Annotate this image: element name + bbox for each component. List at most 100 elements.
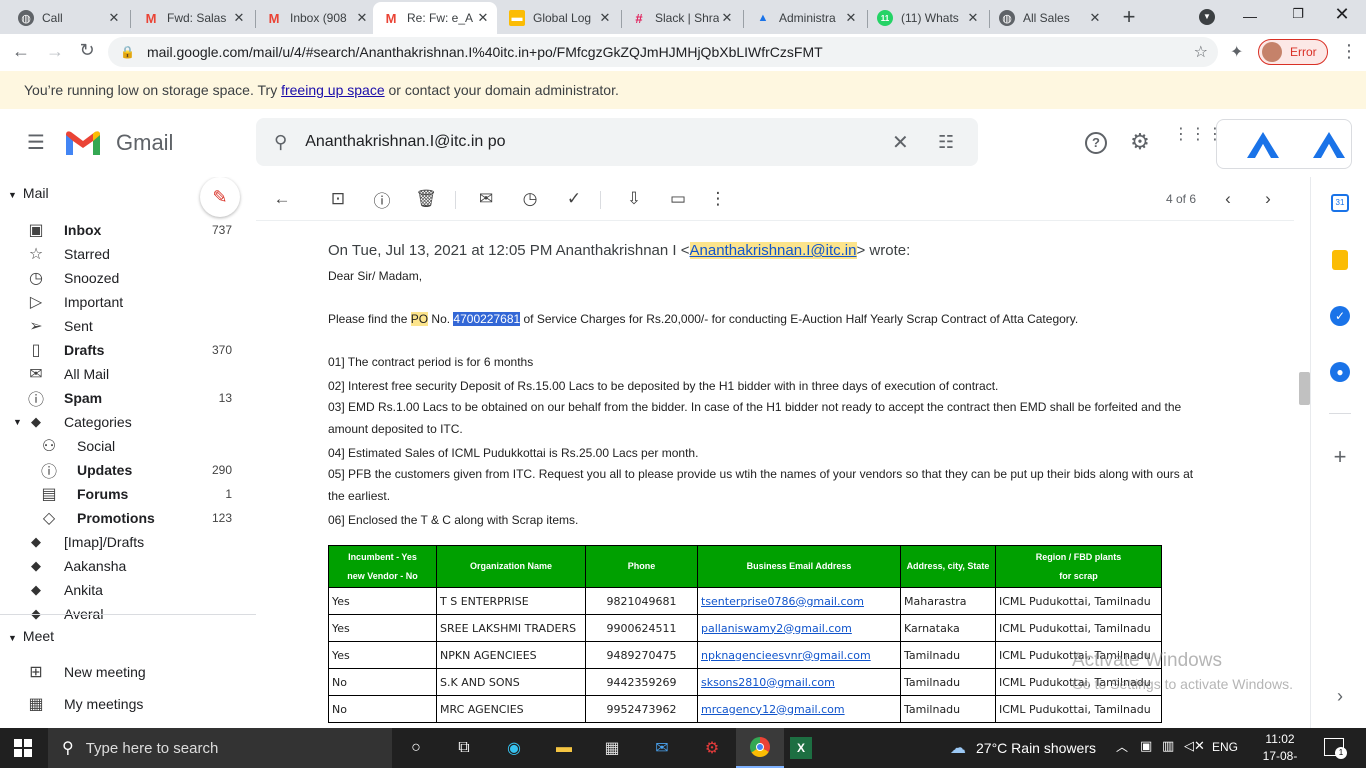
sidebar-item-imap-drafts[interactable]: ◆ [Imap]/Drafts <box>0 530 256 554</box>
search-options-icon[interactable]: ☷ <box>938 132 962 153</box>
tab-close-icon[interactable]: ✕ <box>597 10 613 26</box>
browser-menu-icon[interactable]: ⋮ <box>1340 41 1358 63</box>
sidebar-item-important[interactable]: ▷ Important <box>0 290 256 314</box>
chrome-taskbar-active[interactable] <box>736 728 784 768</box>
excel-icon[interactable]: X <box>790 737 812 759</box>
cell-email[interactable]: sksons2810@gmail.com <box>697 668 901 696</box>
tab-close-icon[interactable]: ✕ <box>843 10 859 26</box>
file-explorer-icon[interactable]: ▬ <box>550 736 578 760</box>
minimize-button[interactable]: — <box>1240 8 1260 24</box>
browser-tab[interactable]: ▲ Administra ✕ <box>745 2 865 34</box>
cell-email[interactable]: npknagencieesvnr@gmail.com <box>697 641 901 669</box>
sidebar-item-updates[interactable]: ⓘ Updates 290 <box>0 458 256 482</box>
extensions-icon[interactable]: ✦ <box>1230 42 1250 62</box>
expand-arrow-icon[interactable]: ▼ <box>13 417 22 427</box>
compose-button[interactable]: ✎ <box>200 177 240 217</box>
sidebar-item-drafts[interactable]: ▯ Drafts 370 <box>0 338 256 362</box>
browser-tab[interactable]: ▬ Global Log ✕ <box>499 2 619 34</box>
new-tab-button[interactable]: + <box>1117 5 1141 29</box>
clock[interactable]: 11:02 17-08-2021 <box>1250 731 1310 782</box>
search-bar[interactable]: ⚲ Ananthakrishnan.I@itc.in po ✕ ☷ <box>256 118 978 166</box>
close-window-button[interactable]: ✕ <box>1332 4 1352 24</box>
browser-tab[interactable]: M Inbox (908 ✕ <box>256 2 376 34</box>
label-icon[interactable]: ▭ <box>666 187 690 211</box>
tasks-app-icon[interactable]: ✓ <box>1330 306 1350 326</box>
archive-icon[interactable]: ⊡ <box>326 187 350 211</box>
sidebar-item-forums[interactable]: ▤ Forums 1 <box>0 482 256 506</box>
taskbar-search-box[interactable]: ⚲ Type here to search <box>48 728 392 768</box>
show-side-panel-chevron-icon[interactable]: › <box>1331 687 1349 705</box>
newer-chevron-icon[interactable]: ‹ <box>1216 187 1240 211</box>
tab-close-icon[interactable]: ✕ <box>719 10 735 26</box>
freeing-up-space-link[interactable]: freeing up space <box>281 82 385 98</box>
windows-start-icon[interactable] <box>14 739 32 757</box>
report-spam-icon[interactable]: ⓘ <box>370 187 394 211</box>
help-icon[interactable]: ? <box>1085 132 1107 154</box>
sidebar-item-all-mail[interactable]: ✉ All Mail <box>0 362 256 386</box>
browser-tab[interactable]: M Re: Fw: e_A ✕ <box>373 2 497 34</box>
mail-app-icon[interactable]: ✉ <box>648 736 676 760</box>
security-app-icon[interactable]: ⚙ <box>698 736 726 760</box>
sender-email-link[interactable]: Ananthakrishnan.I@itc.in <box>689 242 857 259</box>
sidebar-item-starred[interactable]: ☆ Starred <box>0 242 256 266</box>
edge-icon[interactable]: ◉ <box>500 736 528 760</box>
cell-email[interactable]: mrcagency12@gmail.com <box>697 695 901 723</box>
settings-gear-icon[interactable]: ⚙ <box>1128 130 1152 154</box>
sidebar-item-categories[interactable]: ▼ ◆ Categories <box>0 410 256 434</box>
tab-close-icon[interactable]: ✕ <box>965 10 981 26</box>
browser-tab[interactable]: # Slack | Shra ✕ <box>621 2 741 34</box>
more-options-icon[interactable]: ⋮ <box>706 187 730 211</box>
volume-muted-icon[interactable]: ◁✕ <box>1184 738 1205 754</box>
tray-device-icon[interactable]: ▣ <box>1140 738 1152 754</box>
profile-error-button[interactable]: Error <box>1258 39 1328 65</box>
gmail-logo[interactable]: Gmail <box>64 127 173 159</box>
sidebar-item-snoozed[interactable]: ◷ Snoozed <box>0 266 256 290</box>
restore-button[interactable]: ❐ <box>1288 6 1308 24</box>
forward-arrow-icon[interactable]: → <box>44 41 66 63</box>
calendar-app-icon[interactable]: 31 <box>1331 194 1349 212</box>
network-icon[interactable]: ▥ <box>1162 738 1174 754</box>
sidebar-item-sent[interactable]: ➢ Sent <box>0 314 256 338</box>
back-arrow-icon[interactable]: ← <box>10 41 32 63</box>
tab-close-icon[interactable]: ✕ <box>1087 10 1103 26</box>
task-view-icon[interactable]: ⧉ <box>450 736 478 760</box>
weather-widget[interactable]: ☁ 27°C Rain showers <box>950 728 1096 768</box>
tab-close-icon[interactable]: ✕ <box>354 10 370 26</box>
cortana-icon[interactable]: ○ <box>402 736 430 760</box>
snooze-icon[interactable]: ◷ <box>518 187 542 211</box>
keep-app-icon[interactable] <box>1332 250 1348 270</box>
search-input[interactable]: Ananthakrishnan.I@itc.in po <box>305 133 892 151</box>
sidebar-item-ankita[interactable]: ◆ Ankita <box>0 578 256 602</box>
tab-close-icon[interactable]: ✕ <box>475 10 491 26</box>
sidebar-item-spam[interactable]: ⓘ Spam 13 <box>0 386 256 410</box>
store-icon[interactable]: ▦ <box>598 736 626 760</box>
delete-icon[interactable]: 🗑 <box>414 187 438 211</box>
tab-search-icon[interactable]: ▼ <box>1199 9 1215 25</box>
get-addons-plus-icon[interactable]: + <box>1330 446 1350 468</box>
tray-chevron-icon[interactable]: ︿ <box>1116 738 1128 755</box>
sidebar-item-inbox[interactable]: ▣ Inbox 737 <box>0 218 256 242</box>
sidebar-item-promotions[interactable]: ◇ Promotions 123 <box>0 506 256 530</box>
move-to-icon[interactable]: ⇩ <box>622 187 646 211</box>
tab-close-icon[interactable]: ✕ <box>231 10 247 26</box>
clear-search-icon[interactable]: ✕ <box>892 130 916 155</box>
language-indicator[interactable]: ENG <box>1212 740 1238 754</box>
add-to-tasks-icon[interactable]: ✓ <box>562 187 586 211</box>
contacts-app-icon[interactable]: ● <box>1330 362 1350 382</box>
mail-section-header[interactable]: ▼ Mail <box>8 185 49 201</box>
browser-tab[interactable]: M Fwd: Salas ✕ <box>133 2 253 34</box>
sidebar-item-aakansha[interactable]: ◆ Aakansha <box>0 554 256 578</box>
cell-email[interactable]: tsenterprise0786@gmail.com <box>697 587 901 615</box>
address-bar[interactable]: 🔒 mail.google.com/mail/u/4/#search/Anant… <box>108 37 1218 67</box>
sidebar-item-social[interactable]: ⚇ Social <box>0 434 256 458</box>
tab-close-icon[interactable]: ✕ <box>106 10 122 26</box>
scrollbar-thumb[interactable] <box>1299 372 1310 405</box>
browser-tab[interactable]: ◍ All Sales ✕ <box>989 2 1109 34</box>
new-meeting-item[interactable]: ⊞ New meeting <box>0 660 256 684</box>
search-icon[interactable]: ⚲ <box>274 132 287 153</box>
bookmark-star-icon[interactable]: ☆ <box>1194 42 1208 62</box>
cell-email[interactable]: pallaniswamy2@gmail.com <box>697 614 901 642</box>
apps-grid-icon[interactable]: ⋮⋮⋮ <box>1173 127 1223 153</box>
browser-tab[interactable]: ◍ Call ✕ <box>8 2 128 34</box>
mark-unread-icon[interactable]: ✉ <box>474 187 498 211</box>
